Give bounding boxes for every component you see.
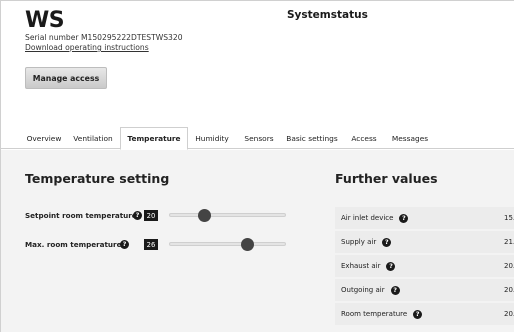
device-name: WS (25, 8, 65, 33)
air-inlet-device-label: Air inlet device (341, 214, 394, 222)
further-value-row: Outgoing air ? 20.4 (335, 279, 514, 301)
further-value-row: Supply air ? 21.0 (335, 231, 514, 253)
supply-air-label: Supply air (341, 238, 377, 246)
tab-bar: Overview Ventilation Temperature Humidit… (1, 127, 514, 150)
setpoint-value[interactable]: 20 (144, 210, 158, 221)
outgoing-air-value: 20.4 (504, 286, 514, 294)
tab-ventilation[interactable]: Ventilation (71, 127, 115, 149)
header: WS Systemstatus Serial number M150295222… (1, 1, 514, 117)
download-instructions-link[interactable]: Download operating instructions (25, 43, 149, 52)
outgoing-air-label: Outgoing air (341, 286, 385, 294)
question-icon[interactable]: ? (133, 211, 142, 220)
air-inlet-device-value: 15.5 (504, 214, 514, 222)
further-value-row: Air inlet device ? 15.5 (335, 207, 514, 229)
question-icon[interactable]: ? (413, 309, 423, 319)
further-value-row: Room temperature ? 20.7 (335, 303, 514, 325)
max-temperature-slider-thumb[interactable] (240, 237, 254, 251)
manage-access-button[interactable]: Manage access (25, 67, 107, 89)
exhaust-air-label: Exhaust air (341, 262, 381, 270)
setpoint-slider-thumb[interactable] (197, 208, 211, 222)
further-value-row: Exhaust air ? 20.7 (335, 255, 514, 277)
room-temperature-label: Room temperature (341, 310, 408, 318)
tab-access[interactable]: Access (347, 127, 381, 149)
tab-temperature[interactable]: Temperature (120, 127, 188, 150)
question-icon[interactable]: ? (120, 240, 129, 249)
question-icon[interactable]: ? (382, 237, 392, 247)
supply-air-value: 21.0 (504, 238, 514, 246)
tab-humidity[interactable]: Humidity (192, 127, 232, 149)
max-temperature-slider-track[interactable] (169, 242, 286, 246)
max-temperature-value[interactable]: 26 (144, 239, 158, 250)
exhaust-air-value: 20.7 (504, 262, 514, 270)
tab-messages[interactable]: Messages (389, 127, 431, 149)
question-icon[interactable]: ? (390, 285, 400, 295)
content-area: Temperature setting Setpoint room temper… (1, 150, 514, 332)
tab-basic-settings[interactable]: Basic settings (285, 127, 339, 149)
room-temperature-value: 20.7 (504, 310, 514, 318)
setpoint-slider-track[interactable] (169, 213, 286, 217)
temperature-setting-title: Temperature setting (25, 171, 170, 186)
question-icon[interactable]: ? (399, 213, 409, 223)
serial-number: Serial number M150295222DTESTWS320 (25, 33, 183, 42)
max-room-temperature-label: Max. room temperature (25, 240, 122, 249)
setpoint-room-temperature-label: Setpoint room temperature (25, 211, 137, 220)
system-status-title: Systemstatus (287, 9, 368, 21)
tab-overview[interactable]: Overview (23, 127, 65, 149)
tab-sensors[interactable]: Sensors (240, 127, 278, 149)
further-values-title: Further values (335, 171, 438, 186)
question-icon[interactable]: ? (386, 261, 396, 271)
app-frame: WS Systemstatus Serial number M150295222… (0, 0, 514, 332)
